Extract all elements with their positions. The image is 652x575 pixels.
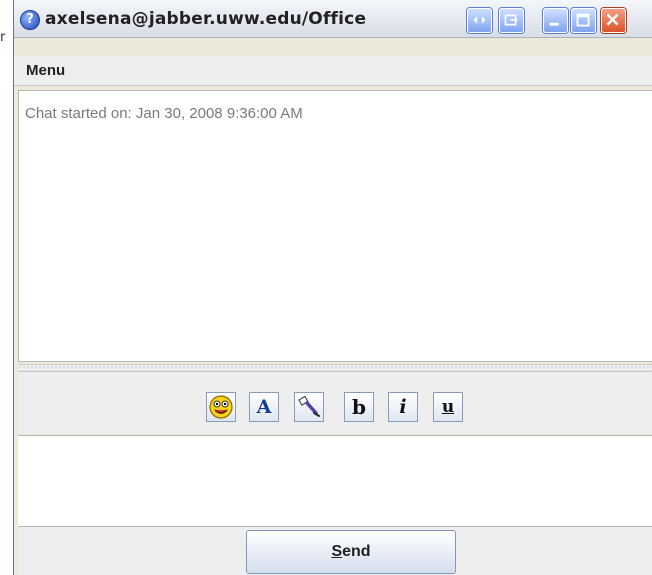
bold-button[interactable]: b (344, 392, 374, 422)
menu-bar: Menu (14, 56, 652, 86)
smiley-icon (209, 395, 233, 419)
send-button[interactable]: Send (246, 530, 456, 574)
emoticon-button[interactable] (206, 392, 236, 422)
send-mnemonic: S (331, 543, 343, 560)
close-button[interactable] (601, 8, 626, 33)
window-title: axelsena@jabber.uww.edu/Office (45, 9, 367, 29)
title-bar[interactable]: ? axelsena@jabber.uww.edu/Office (14, 0, 652, 38)
font-button[interactable]: A (249, 392, 279, 422)
formatting-toolbar: A b i u (18, 372, 652, 434)
chat-started-time: Jan 30, 2008 9:36:00 AM (135, 105, 303, 122)
maximize-icon (576, 13, 590, 27)
transfer-button[interactable] (467, 8, 492, 33)
send-bar: Send (18, 527, 652, 575)
font-icon: A (256, 396, 272, 418)
chat-transcript[interactable]: Chat started on: Jan 30, 2008 9:36:00 AM (18, 90, 652, 362)
italic-button[interactable]: i (388, 392, 418, 422)
minimize-icon (549, 22, 559, 26)
help-icon: ? (20, 10, 40, 30)
background-text-fragment: r (0, 30, 6, 45)
split-pane-divider[interactable] (18, 364, 652, 372)
minimize-button[interactable] (543, 8, 568, 33)
underline-button[interactable]: u (433, 392, 463, 422)
bold-icon: b (352, 395, 366, 419)
menu-item-menu[interactable]: Menu (26, 62, 65, 79)
window-detach-icon (504, 14, 518, 26)
detach-button[interactable] (499, 8, 524, 33)
text-color-button[interactable] (294, 392, 324, 422)
paint-brush-icon (298, 395, 320, 417)
arrows-icon (473, 16, 486, 24)
italic-icon: i (399, 396, 407, 418)
underline-icon: u (441, 397, 455, 417)
chat-window: ? axelsena@jabber.uww.edu/Office Menu Ch… (13, 0, 652, 575)
message-input[interactable] (18, 435, 652, 527)
send-label: end (342, 543, 371, 560)
chat-started-label: Chat started on: (25, 105, 132, 122)
chat-started-notice: Chat started on: Jan 30, 2008 9:36:00 AM (25, 105, 303, 122)
close-icon (606, 13, 619, 26)
maximize-button[interactable] (571, 8, 596, 33)
